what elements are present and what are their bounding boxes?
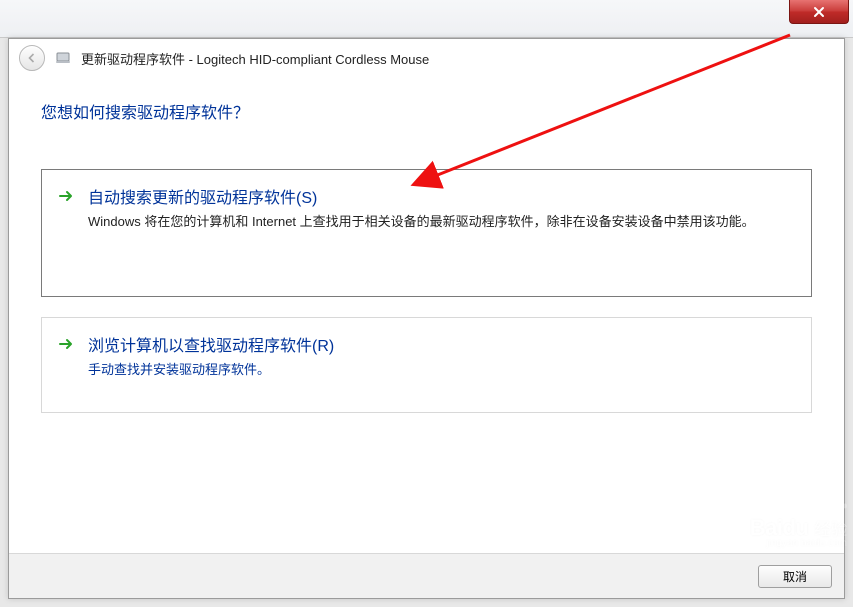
back-button[interactable] bbox=[19, 45, 45, 71]
arrow-right-icon bbox=[58, 336, 74, 352]
dialog-title: 更新驱动程序软件 - Logitech HID-compliant Cordle… bbox=[81, 49, 429, 68]
close-icon bbox=[812, 6, 826, 18]
dialog-header: 更新驱动程序软件 - Logitech HID-compliant Cordle… bbox=[9, 39, 844, 81]
arrow-right-icon bbox=[58, 188, 74, 204]
close-button[interactable] bbox=[789, 0, 849, 24]
dialog-footer: 取消 bbox=[9, 553, 844, 598]
cancel-button[interactable]: 取消 bbox=[758, 565, 832, 588]
option-title: 自动搜索更新的驱动程序软件(S) bbox=[88, 184, 795, 208]
device-icon bbox=[55, 50, 71, 66]
option-description: 手动查找并安装驱动程序软件。 bbox=[88, 360, 795, 380]
option-description: Windows 将在您的计算机和 Internet 上查找用于相关设备的最新驱动… bbox=[88, 212, 795, 232]
dialog-body: 您想如何搜索驱动程序软件？ 自动搜索更新的驱动程序软件(S) Windows 将… bbox=[9, 81, 844, 553]
option-auto-search[interactable]: 自动搜索更新的驱动程序软件(S) Windows 将在您的计算机和 Intern… bbox=[41, 169, 812, 297]
update-driver-dialog: 更新驱动程序软件 - Logitech HID-compliant Cordle… bbox=[8, 38, 845, 599]
dialog-question: 您想如何搜索驱动程序软件？ bbox=[41, 99, 812, 123]
option-browse-computer[interactable]: 浏览计算机以查找驱动程序软件(R) 手动查找并安装驱动程序软件。 bbox=[41, 317, 812, 413]
background-window-top bbox=[0, 0, 853, 38]
back-arrow-icon bbox=[25, 51, 39, 65]
option-title: 浏览计算机以查找驱动程序软件(R) bbox=[88, 332, 795, 356]
